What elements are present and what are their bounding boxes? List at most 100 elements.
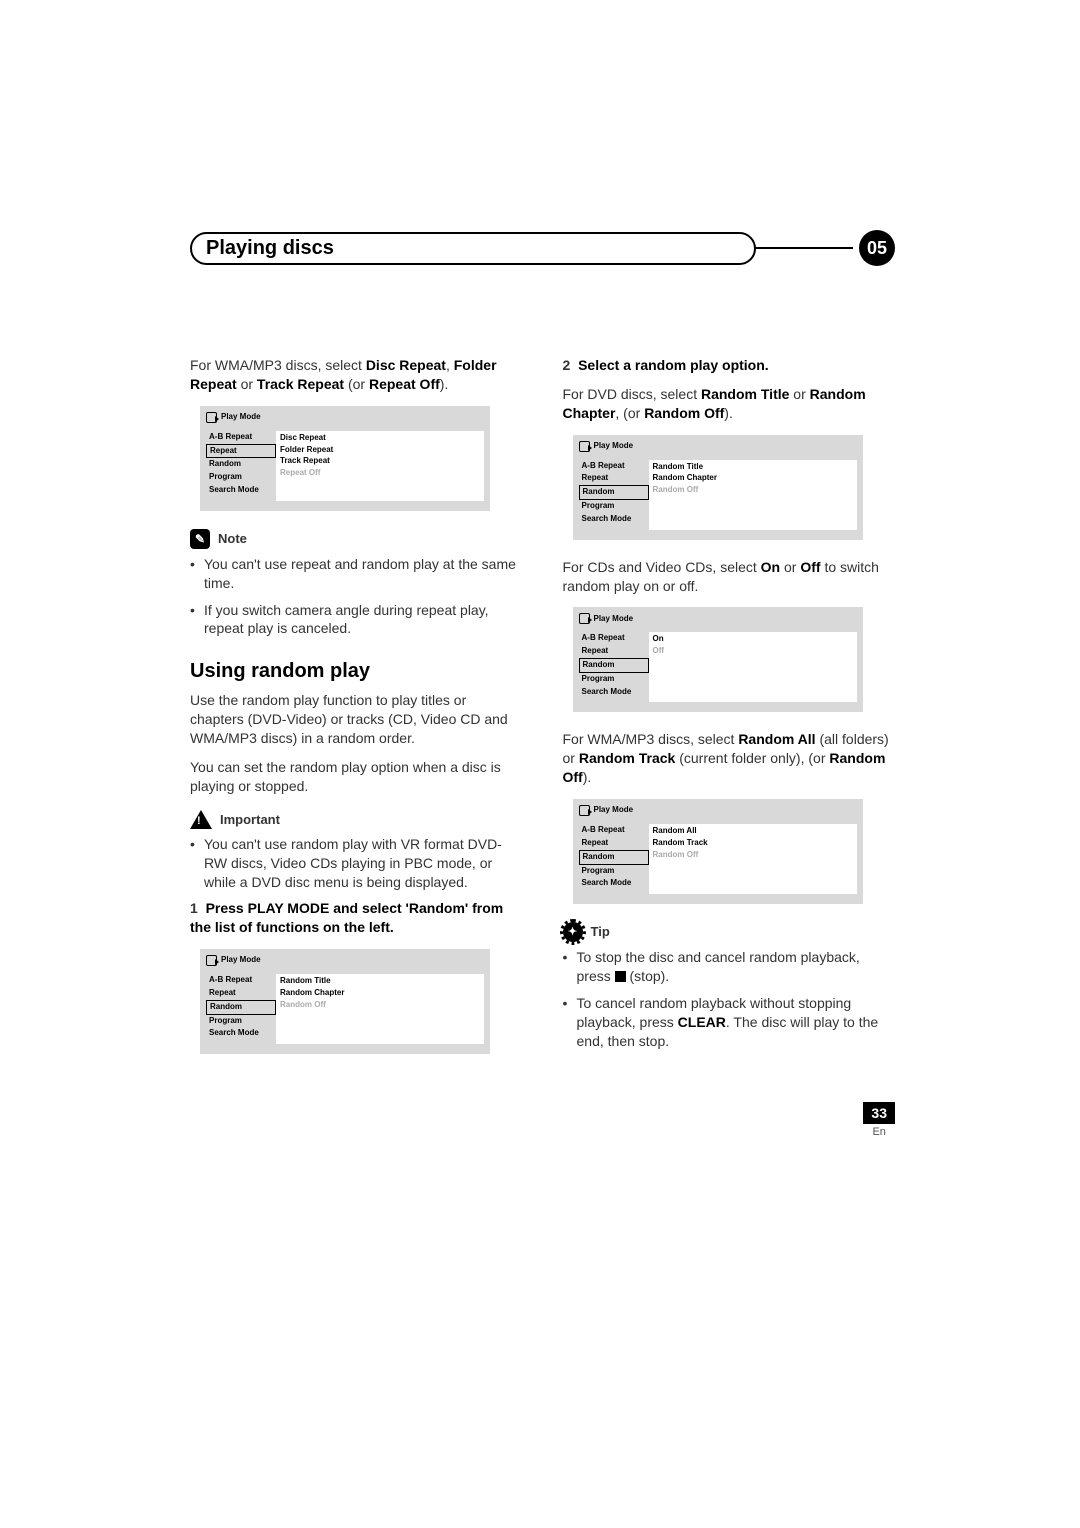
dvd-random-text: For DVD discs, select Random Title or Ra… [563, 385, 896, 423]
menu-item: Program [206, 471, 276, 484]
random-intro-1: Use the random play function to play tit… [190, 691, 523, 748]
menu-item: Repeat [579, 837, 649, 850]
menu-title: Play Mode [594, 614, 634, 625]
menu-item: Search Mode [206, 484, 276, 497]
menu-title: Play Mode [594, 441, 634, 452]
wma-random-text: For WMA/MP3 discs, select Random All (al… [563, 730, 896, 787]
menu-item: A-B Repeat [206, 974, 276, 987]
note-icon: ✎ [190, 529, 210, 549]
important-item: You can't use random play with VR format… [204, 835, 523, 892]
menu-item: A-B Repeat [579, 460, 649, 473]
menu-right-list: On Off [649, 632, 857, 702]
menu-item: Program [579, 500, 649, 513]
menu-option: Disc Repeat [280, 433, 480, 445]
menu-option: Folder Repeat [280, 445, 480, 457]
chapter-title: Playing discs [190, 232, 756, 265]
menu-item: Random [206, 458, 276, 471]
header-rule [754, 247, 853, 249]
chapter-header: Playing discs 05 [190, 230, 895, 266]
important-label: Important [220, 811, 280, 829]
page-language: En [863, 1126, 895, 1138]
menu-right-list: Random Title Random Chapter Random Off [649, 460, 857, 530]
play-mode-menu-random-wma: Play Mode A-B Repeat Repeat Random Progr… [573, 799, 863, 904]
menu-option: Random Title [280, 976, 480, 988]
note-label: Note [218, 530, 247, 548]
menu-option-dim: Random Off [653, 850, 853, 862]
menu-right-list: Disc Repeat Folder Repeat Track Repeat R… [276, 431, 484, 501]
menu-item: Repeat [579, 645, 649, 658]
menu-item: A-B Repeat [579, 632, 649, 645]
menu-left-list: A-B Repeat Repeat Random Program Search … [206, 431, 276, 501]
menu-item: Repeat [206, 987, 276, 1000]
menu-right-list: Random All Random Track Random Off [649, 824, 857, 894]
stop-icon [615, 971, 626, 982]
step-1: 1 Press PLAY MODE and select 'Random' fr… [190, 899, 523, 937]
wma-repeat-intro: For WMA/MP3 discs, select Disc Repeat, F… [190, 356, 523, 394]
play-mode-icon [579, 613, 590, 624]
menu-item: A-B Repeat [579, 824, 649, 837]
menu-item-selected: Random [579, 850, 649, 865]
play-mode-menu-random-select: Play Mode A-B Repeat Repeat Random Progr… [200, 949, 490, 1054]
tip-item: To stop the disc and cancel random playb… [577, 948, 896, 986]
important-list: You can't use random play with VR format… [190, 835, 523, 892]
important-icon: ! [190, 810, 212, 829]
play-mode-menu-random-dvd: Play Mode A-B Repeat Repeat Random Progr… [573, 435, 863, 540]
menu-item-selected: Random [206, 1000, 276, 1015]
menu-item: Search Mode [579, 513, 649, 526]
menu-left-list: A-B Repeat Repeat Random Program Search … [206, 974, 276, 1044]
tip-icon: ✦ [563, 922, 583, 942]
menu-option-dim: Repeat Off [280, 468, 480, 480]
menu-option: Random Chapter [653, 473, 853, 485]
menu-item: A-B Repeat [206, 431, 276, 444]
random-intro-2: You can set the random play option when … [190, 758, 523, 796]
menu-item: Search Mode [579, 877, 649, 890]
note-item: You can't use repeat and random play at … [204, 555, 523, 593]
menu-title: Play Mode [594, 805, 634, 816]
menu-option-dim: Random Off [280, 1000, 480, 1012]
menu-left-list: A-B Repeat Repeat Random Program Search … [579, 460, 649, 530]
important-callout: ! Important [190, 810, 523, 829]
note-list: You can't use repeat and random play at … [190, 555, 523, 639]
menu-left-list: A-B Repeat Repeat Random Program Search … [579, 632, 649, 702]
play-mode-icon [206, 955, 217, 966]
menu-item: Program [206, 1015, 276, 1028]
menu-item: Search Mode [579, 686, 649, 699]
play-mode-menu-random-cd: Play Mode A-B Repeat Repeat Random Progr… [573, 607, 863, 712]
play-mode-icon [579, 441, 590, 452]
menu-item: Search Mode [206, 1027, 276, 1040]
page-number: 33 [863, 1102, 895, 1124]
chapter-number: 05 [859, 230, 895, 266]
menu-item-selected: Random [579, 658, 649, 673]
cd-random-text: For CDs and Video CDs, select On or Off … [563, 558, 896, 596]
menu-title: Play Mode [221, 412, 261, 423]
menu-left-list: A-B Repeat Repeat Random Program Search … [579, 824, 649, 894]
menu-option: Track Repeat [280, 456, 480, 468]
menu-right-list: Random Title Random Chapter Random Off [276, 974, 484, 1044]
menu-item: Repeat [579, 472, 649, 485]
tip-item: To cancel random playback without stoppi… [577, 994, 896, 1051]
menu-item-selected: Random [579, 485, 649, 500]
tip-callout: ✦ Tip [563, 922, 896, 942]
menu-option: Random Track [653, 838, 853, 850]
right-column: 2 Select a random play option. For DVD d… [563, 356, 896, 1072]
menu-option: Random Title [653, 462, 853, 474]
note-item: If you switch camera angle during repeat… [204, 601, 523, 639]
note-callout: ✎ Note [190, 529, 523, 549]
play-mode-icon [206, 412, 217, 423]
page-footer: 33 En [863, 1102, 895, 1138]
menu-option: Random Chapter [280, 988, 480, 1000]
play-mode-menu-repeat-wma: Play Mode A-B Repeat Repeat Random Progr… [200, 406, 490, 511]
tip-list: To stop the disc and cancel random playb… [563, 948, 896, 1050]
tip-label: Tip [591, 923, 610, 941]
menu-option: On [653, 634, 853, 646]
menu-option: Random All [653, 826, 853, 838]
left-column: For WMA/MP3 discs, select Disc Repeat, F… [190, 356, 523, 1072]
section-heading: Using random play [190, 658, 523, 685]
menu-item-selected: Repeat [206, 444, 276, 459]
step-2-heading: 2 Select a random play option. [563, 356, 896, 375]
play-mode-icon [579, 805, 590, 816]
menu-option-dim: Off [653, 646, 853, 658]
menu-title: Play Mode [221, 955, 261, 966]
menu-item: Program [579, 865, 649, 878]
menu-item: Program [579, 673, 649, 686]
